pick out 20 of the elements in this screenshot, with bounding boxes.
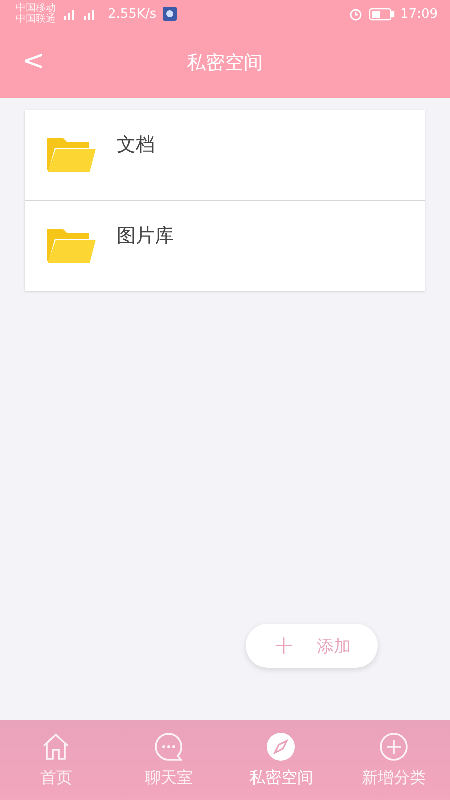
alarm-icon <box>348 7 363 21</box>
tab[interactable]: 新增分类 <box>338 720 450 800</box>
page-title: 私密空间 <box>187 51 263 76</box>
clock-time: 17:09 <box>400 6 438 22</box>
back-button[interactable]: < <box>14 46 54 76</box>
folder-name[interactable]: 文档 <box>117 132 155 158</box>
home-icon <box>41 732 72 762</box>
compass-icon <box>266 732 296 762</box>
shield-icon <box>162 7 177 21</box>
carrier-name: 中国移动 <box>16 3 56 14</box>
chat-bubble-icon <box>154 732 184 762</box>
add-button[interactable]: + 添加 <box>246 624 378 668</box>
folder-name[interactable]: 图片库 <box>117 223 174 249</box>
tab[interactable]: 聊天室 <box>112 720 225 800</box>
tab[interactable]: 首页 <box>0 720 112 800</box>
tab[interactable]: 私密空间 <box>225 720 338 800</box>
battery-icon <box>368 8 395 20</box>
network-speed: 2.55K/s <box>108 6 157 22</box>
carrier-name: 中国联通 <box>16 14 56 25</box>
plus-circle-icon <box>378 732 409 762</box>
